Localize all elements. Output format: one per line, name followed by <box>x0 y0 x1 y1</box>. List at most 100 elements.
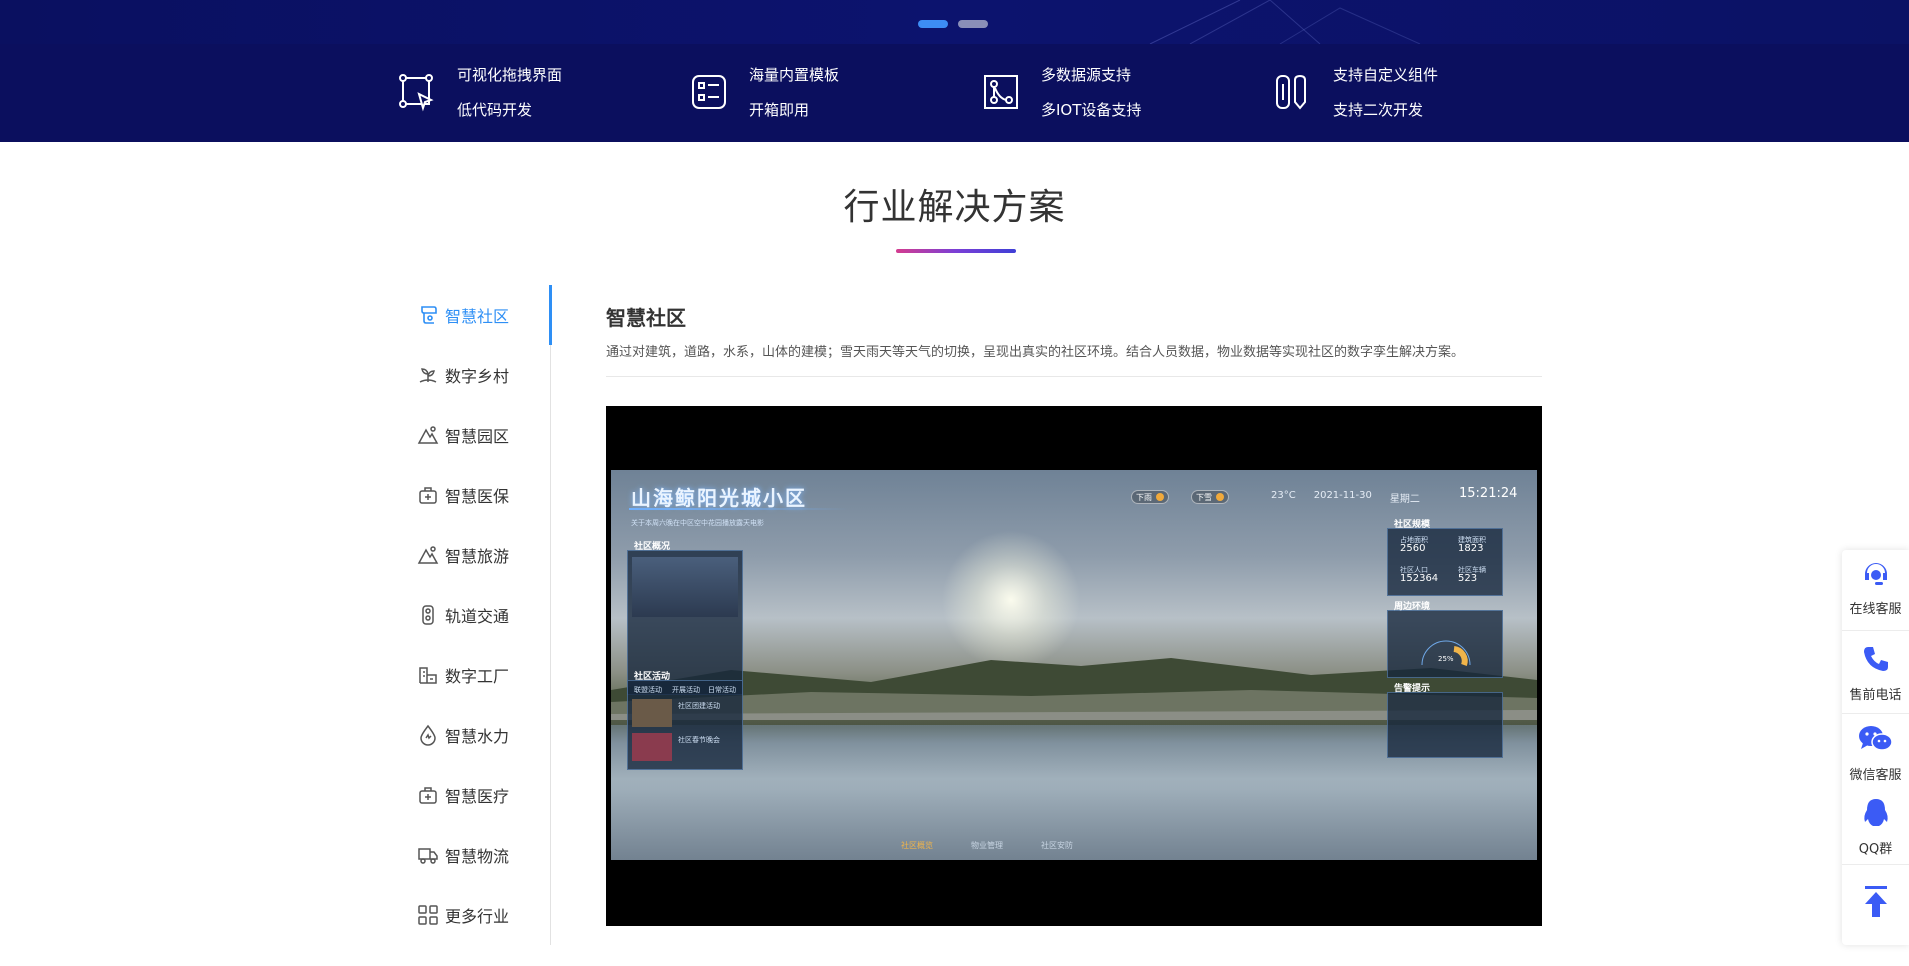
truck-icon <box>417 844 439 866</box>
medical-insurance-icon <box>417 484 439 506</box>
sidebar-item-label: 智慧旅游 <box>445 547 510 566</box>
activities-panel: 社区活动 联盟活动 开展活动 日常活动 社区团建活动 社区春节晚会 <box>627 672 743 770</box>
presale-phone-label: 售前电话 <box>1849 688 1902 703</box>
preview-nav-security[interactable]: 社区安防 <box>1041 840 1073 851</box>
sidebar-item-smart-logistics[interactable]: 智慧物流 <box>405 835 551 875</box>
sidebar-item-label: 智慧社区 <box>445 307 510 326</box>
feature-datasource-line1: 多数据源支持 <box>1041 66 1132 84</box>
preview-nav-overview[interactable]: 社区概览 <box>901 840 933 851</box>
floating-contact-bar: 在线客服 售前电话 微信客服 QQ群 <box>1842 550 1909 945</box>
sidebar-item-smart-park[interactable]: 智慧园区 <box>405 415 551 455</box>
preview-title-underline <box>629 508 849 510</box>
sidebar-item-smart-community[interactable]: 智慧社区 <box>405 295 551 335</box>
sidebar-item-label: 智慧医疗 <box>445 787 510 806</box>
activity-title-2: 社区春节晚会 <box>678 736 720 744</box>
feature-custom-line2: 支持二次开发 <box>1333 101 1424 119</box>
sidebar-item-label: 轨道交通 <box>445 607 510 626</box>
sidebar-item-smart-medical-insurance[interactable]: 智慧医保 <box>405 475 551 515</box>
feature-datasource: 多数据源支持 多IOT设备支持 <box>981 44 1141 142</box>
overview-panel-head: 社区概况 <box>634 542 671 552</box>
qq-group-button[interactable]: QQ群 <box>1842 796 1909 857</box>
content-title: 智慧社区 <box>606 306 686 330</box>
gauge-value: 25% <box>1438 655 1454 663</box>
tourism-mountain-icon <box>417 544 439 566</box>
online-service-button[interactable]: 在线客服 <box>1842 556 1909 617</box>
custom-component-icon <box>1273 72 1313 114</box>
dashboard-screenshot: 山海鲸阳光城小区 下雨 下雪 23°C 2021-11-30 星期二 15:21… <box>611 470 1537 860</box>
data-source-icon <box>981 72 1021 114</box>
alerts-panel-head: 告警提示 <box>1394 684 1431 694</box>
presale-phone-button[interactable]: 售前电话 <box>1842 642 1909 703</box>
carousel-dot-1[interactable] <box>918 20 948 28</box>
feature-datasource-line2: 多IOT设备支持 <box>1041 101 1142 119</box>
section-title: 行业解决方案 <box>843 187 1066 228</box>
snow-toggle-label: 下雪 <box>1196 492 1212 502</box>
activity-title-1: 社区团建活动 <box>678 702 720 710</box>
carousel-dots <box>918 20 988 28</box>
sidebar-item-smart-healthcare[interactable]: 智慧医疗 <box>405 775 551 815</box>
float-separator <box>1842 864 1909 865</box>
activities-panel-head: 社区活动 <box>634 672 671 682</box>
sidebar-item-label: 智慧园区 <box>445 427 510 446</box>
factory-icon <box>417 664 439 686</box>
preview-temperature: 23°C <box>1271 490 1296 501</box>
toggle-knob <box>1216 493 1224 501</box>
sidebar-item-label: 智慧医保 <box>445 487 510 506</box>
stat-value-area: 2560 <box>1400 543 1426 554</box>
preview-nav-property[interactable]: 物业管理 <box>971 840 1003 851</box>
back-to-top-button[interactable] <box>1842 884 1909 924</box>
feature-drag-line2: 低代码开发 <box>457 101 533 119</box>
sidebar-item-smart-hydro[interactable]: 智慧水力 <box>405 715 551 755</box>
wechat-icon <box>1857 722 1895 760</box>
feature-template-line2: 开箱即用 <box>749 101 810 119</box>
water-drop-icon <box>417 724 439 746</box>
activity-tab-1[interactable]: 联盟活动 <box>634 685 662 695</box>
rain-toggle[interactable]: 下雨 <box>1131 490 1169 504</box>
environment-panel-head: 周边环境 <box>1394 602 1431 612</box>
carousel-dot-2[interactable] <box>958 20 988 28</box>
snow-toggle[interactable]: 下雪 <box>1191 490 1229 504</box>
toggle-knob <box>1156 493 1164 501</box>
activity-tab-2[interactable]: 开展活动 <box>672 685 700 695</box>
scale-panel-head: 社区规模 <box>1394 520 1431 530</box>
stat-value-population: 152364 <box>1400 573 1439 584</box>
grid-more-icon <box>417 904 439 926</box>
feature-custom: 支持自定义组件 支持二次开发 <box>1273 44 1438 142</box>
back-to-top-icon <box>1861 884 1891 924</box>
feature-template-line1: 海量内置模板 <box>749 66 840 84</box>
alerts-panel: 告警提示 <box>1387 684 1503 758</box>
sidebar-item-label: 更多行业 <box>445 907 510 926</box>
feature-custom-line1: 支持自定义组件 <box>1333 66 1439 84</box>
online-service-label: 在线客服 <box>1849 602 1902 617</box>
environment-panel: 周边环境 25% <box>1387 602 1503 678</box>
sidebar-item-more-industries[interactable]: 更多行业 <box>405 895 551 935</box>
preview-time: 15:21:24 <box>1459 486 1518 501</box>
hero-banner <box>0 0 1909 44</box>
title-underline <box>896 249 1016 253</box>
preview-date: 2021-11-30 <box>1313 490 1372 501</box>
preview-title: 山海鲸阳光城小区 <box>631 486 807 510</box>
sidebar-item-rail-transit[interactable]: 轨道交通 <box>405 595 551 635</box>
preview-weekday: 星期二 <box>1389 494 1420 505</box>
feature-drag-line1: 可视化拖拽界面 <box>457 66 563 84</box>
qq-penguin-icon <box>1859 796 1893 834</box>
features-bar: 可视化拖拽界面 低代码开发 海量内置模板 开箱即用 多数据源支持 多IOT设备支… <box>0 44 1909 142</box>
wechat-service-button[interactable]: 微信客服 <box>1842 722 1909 783</box>
sidebar-item-digital-factory[interactable]: 数字工厂 <box>405 655 551 695</box>
overview-photo <box>632 557 738 617</box>
village-sprout-icon <box>417 364 439 386</box>
sidebar-item-digital-village[interactable]: 数字乡村 <box>405 355 551 395</box>
qq-group-label: QQ群 <box>1858 842 1893 857</box>
medical-kit-icon <box>417 784 439 806</box>
content-divider <box>606 376 1542 377</box>
wechat-service-label: 微信客服 <box>1849 768 1902 783</box>
sidebar-item-smart-tourism[interactable]: 智慧旅游 <box>405 535 551 575</box>
scale-panel: 社区规模 占地面积 2560 建筑面积 1823 社区人口 152364 社区车… <box>1387 520 1503 596</box>
activity-tab-3[interactable]: 日常活动 <box>708 685 736 695</box>
phone-icon <box>1859 642 1893 680</box>
sidebar-item-label: 智慧水力 <box>445 727 510 746</box>
float-separator <box>1842 630 1909 631</box>
solution-preview[interactable]: 山海鲸阳光城小区 下雨 下雪 23°C 2021-11-30 星期二 15:21… <box>606 406 1542 926</box>
drag-select-icon <box>397 72 437 114</box>
industry-sidebar: 智慧社区 数字乡村 智慧园区 智慧医保 智慧旅游 轨道交通 数字工厂 智慧水力 … <box>405 285 551 945</box>
